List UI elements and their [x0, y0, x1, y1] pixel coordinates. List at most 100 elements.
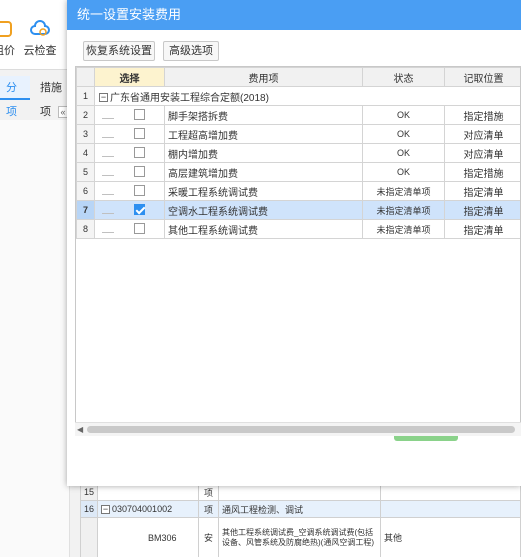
fee-position[interactable]: 指定措施 [444, 105, 520, 125]
grid-header: 选择 费用项 状态 记取位置 [76, 67, 520, 87]
fee-status: OK [362, 124, 445, 144]
fee-item-name: 工程超高增加费 [164, 124, 363, 144]
row-type: 项 [198, 483, 220, 501]
row-checkbox-cell[interactable] [114, 162, 165, 182]
row-number: 3 [76, 124, 95, 144]
fee-row[interactable]: 5高层建筑增加费OK指定措施031 [76, 162, 520, 182]
cloud-check-label: 云检查 [23, 45, 57, 57]
row-type: 项 [198, 500, 220, 518]
fee-position[interactable]: 对应清单 [444, 124, 520, 144]
header-select[interactable]: 选择 [94, 67, 165, 87]
row-number: 5 [76, 162, 95, 182]
fee-position[interactable]: 指定清单 [444, 200, 520, 220]
row-code: BM306 [97, 517, 200, 557]
row-checkbox-cell[interactable] [114, 200, 165, 220]
checkbox[interactable] [133, 223, 145, 235]
table-row[interactable]: 16 −030704001002 项 通风工程检测、调试 [79, 500, 521, 518]
dialog-title[interactable]: 统一设置安装费用 [67, 0, 521, 30]
header-rownum [76, 67, 95, 87]
row-number: 4 [76, 143, 95, 163]
checkbox[interactable] [133, 109, 145, 121]
bg-tabbar: 分项 措施项 [0, 76, 70, 118]
advanced-options-button[interactable]: 高级选项 [163, 41, 219, 61]
tree-connector [94, 200, 115, 220]
cloud-check-button[interactable]: 云检查 [22, 20, 58, 58]
fee-status: OK [362, 162, 445, 182]
install-fee-dialog: 统一设置安装费用 恢复系统设置 高级选项 选择 费用项 状态 记取位置 1 − 广… [67, 0, 521, 486]
row-number: 6 [76, 181, 95, 201]
checked-checkbox[interactable] [133, 204, 145, 216]
row-checkbox-cell[interactable] [114, 105, 165, 125]
fee-status: OK [362, 105, 445, 125]
row-number [79, 517, 99, 557]
fee-item-name: 其他工程系统调试费 [164, 219, 363, 239]
checkbox[interactable] [133, 128, 145, 140]
fee-item-name: 棚内增加费 [164, 143, 363, 163]
group-row[interactable]: 1 − 广东省通用安装工程综合定额(2018) [76, 86, 520, 106]
fee-position[interactable]: 指定措施 [444, 162, 520, 182]
bill-table: 15 项 16 −030704001002 项 通风工程检测、调试 BM306 … [79, 483, 521, 557]
row-name [218, 483, 382, 501]
fee-status: 未指定清单项 [362, 181, 445, 201]
row-code: 030704001002 [112, 503, 173, 514]
restore-defaults-button[interactable]: 恢复系统设置 [83, 41, 155, 61]
scroll-left-icon[interactable]: ◀ [77, 425, 83, 434]
collapse-minus-icon[interactable]: − [99, 93, 108, 103]
fee-row[interactable]: 4 棚内增加费 OK 对应清单 [76, 143, 520, 163]
header-position[interactable]: 记取位置 [444, 67, 520, 87]
checkbox[interactable] [133, 185, 145, 197]
row-checkbox-cell[interactable] [114, 124, 165, 144]
fee-status: 未指定清单项 [362, 200, 445, 220]
group-price-button[interactable]: 组价 [0, 20, 22, 58]
tree-connector [94, 105, 115, 125]
fee-grid: 选择 费用项 状态 记取位置 1 − 广东省通用安装工程综合定额(2018) 2 脚… [75, 66, 521, 436]
row-checkbox-cell[interactable] [114, 181, 165, 201]
row-extra [380, 500, 521, 518]
fee-status: OK [362, 143, 445, 163]
row-number: 1 [76, 86, 95, 106]
header-status[interactable]: 状态 [362, 67, 445, 87]
row-extra: 其他 [380, 517, 521, 557]
fee-position[interactable]: 对应清单 [444, 143, 520, 163]
group-price-label: 组价 [0, 45, 15, 57]
horizontal-scrollbar[interactable]: ◀ [75, 422, 521, 436]
row-checkbox-cell[interactable] [114, 219, 165, 239]
table-row[interactable]: BM306 安 其他工程系统调试费_空调系统调试费(包括设备、风管系统及防腐绝热… [79, 517, 521, 557]
cloud-check-icon [30, 20, 50, 36]
fee-row[interactable]: 2脚手架搭拆费OK指定措施031 [76, 105, 520, 125]
group-label: 广东省通用安装工程综合定额(2018) [110, 92, 269, 104]
row-number: 15 [79, 483, 99, 501]
fee-position[interactable]: 指定清单 [444, 219, 520, 239]
row-checkbox-cell[interactable] [114, 143, 165, 163]
header-item[interactable]: 费用项 [164, 67, 363, 87]
scrollbar-thumb[interactable] [87, 426, 515, 433]
row-number: 7 [76, 200, 95, 220]
fee-row[interactable]: 3 工程超高增加费 OK 对应清单 [76, 124, 520, 144]
fee-status: 未指定清单项 [362, 219, 445, 239]
fee-item-name: 高层建筑增加费 [164, 162, 363, 182]
tree-connector [94, 162, 115, 182]
row-type: 安 [198, 517, 220, 557]
checkbox[interactable] [133, 166, 145, 178]
left-panel [0, 120, 70, 557]
row-name: 其他工程系统调试费_空调系统调试费(包括设备、风管系统及防腐绝热)(通风空调工程… [218, 517, 382, 557]
table-row[interactable]: 15 项 [79, 483, 521, 501]
row-extra [380, 483, 521, 501]
row-number: 16 [79, 500, 99, 518]
row-number: 8 [76, 219, 95, 239]
drag-handle[interactable] [394, 436, 458, 441]
checkbox[interactable] [133, 147, 145, 159]
fee-row[interactable]: 6 采暖工程系统调试费 未指定清单项 指定清单 [76, 181, 520, 201]
tree-connector [94, 124, 115, 144]
fee-item-name: 采暖工程系统调试费 [164, 181, 363, 201]
price-icon [0, 21, 12, 37]
tree-connector [94, 219, 115, 239]
collapse-minus-icon[interactable]: − [101, 505, 111, 515]
fee-row[interactable]: 8 其他工程系统调试费 未指定清单项 指定清单 [76, 219, 520, 239]
fee-rows: 2脚手架搭拆费OK指定措施0313工程超高增加费OK对应清单4棚内增加费OK对应… [76, 105, 520, 239]
fee-row[interactable]: 7 空调水工程系统调试费 未指定清单项 指定清单 [76, 200, 520, 220]
tree-connector [94, 143, 115, 163]
tab-items[interactable]: 分项 [0, 76, 30, 118]
row-number: 2 [76, 105, 95, 125]
fee-position[interactable]: 指定清单 [444, 181, 520, 201]
